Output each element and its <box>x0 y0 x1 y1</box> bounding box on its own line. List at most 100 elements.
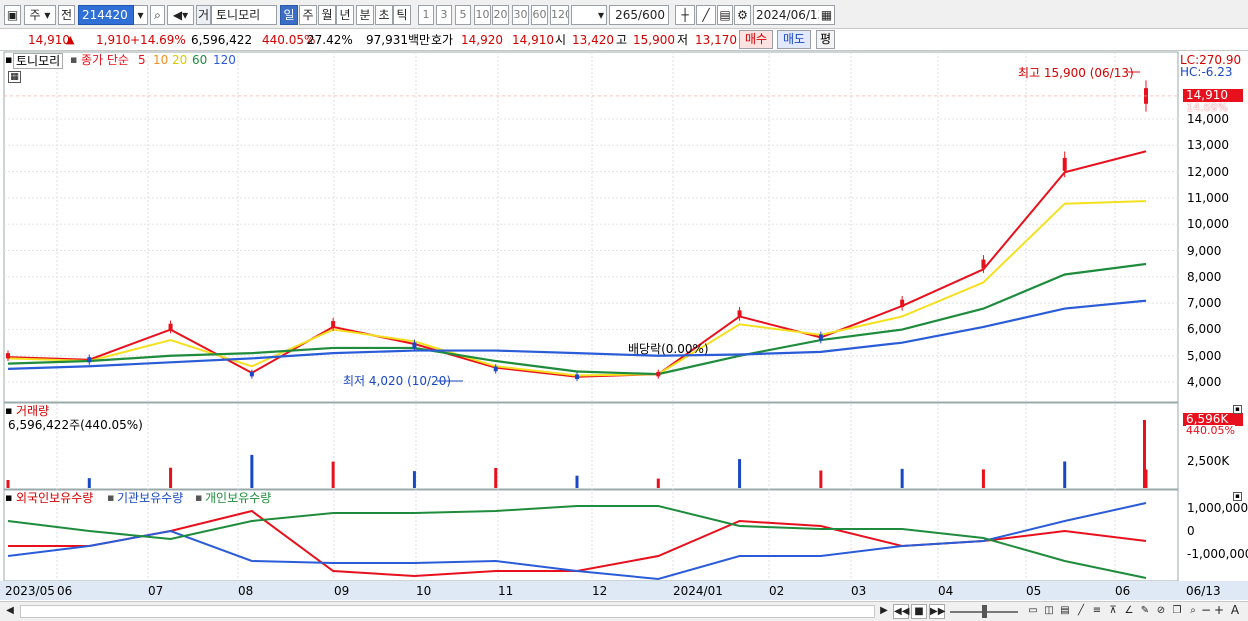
eval-button[interactable]: 평 <box>816 30 836 49</box>
jeon-button[interactable]: 전 <box>58 5 75 25</box>
maximize-icon[interactable]: ▪ <box>1233 492 1242 501</box>
save-icon[interactable]: ▤ <box>717 5 733 25</box>
geo-button[interactable]: 거 <box>196 5 211 25</box>
ma60-legend: 60 <box>192 53 208 67</box>
search-icon[interactable]: ⌕ <box>1186 604 1200 619</box>
volume-panel-frame <box>3 402 1179 490</box>
minus-icon[interactable]: − <box>1200 604 1212 619</box>
period-button[interactable]: 주 <box>299 5 317 25</box>
zoom-slider-handle[interactable] <box>982 605 987 618</box>
candle-type-icon[interactable]: ┼ <box>675 5 695 25</box>
minute-button[interactable]: 5 <box>455 5 471 25</box>
sell-button[interactable]: 매도 <box>777 30 812 49</box>
candle-body <box>168 323 173 331</box>
minute-button[interactable]: 10 <box>474 5 491 25</box>
x-axis-label: 09 <box>334 584 350 598</box>
trend-line-icon[interactable]: ╱ <box>1074 604 1088 619</box>
chart-area[interactable]: ▪ 토니모리 ▪ 종가 단순 5 10 20 60 120 ▦ LC:270.9… <box>0 51 1248 601</box>
search-icon[interactable]: ⌕ <box>150 5 165 25</box>
sound-icon[interactable]: ◀▾ <box>167 5 194 25</box>
price-y-tick: 12,000 <box>1187 164 1229 179</box>
code-dropdown-icon[interactable]: ▾ <box>134 5 148 25</box>
count-input[interactable]: 265/600 <box>609 5 669 25</box>
date-input[interactable]: 2024/06/13 <box>753 5 821 25</box>
minute-button[interactable]: 120 <box>550 5 569 25</box>
x-axis-label: 06 <box>1115 584 1131 598</box>
draw-tool-icon[interactable]: ╱ <box>696 5 716 25</box>
market-select[interactable]: 주 ▾ <box>24 5 56 25</box>
scroll-left-icon[interactable]: ◀ <box>4 604 16 619</box>
table-view-icon[interactable]: ▦ <box>8 71 21 83</box>
calendar-icon[interactable]: ▦ <box>819 5 835 25</box>
scroll-right-icon[interactable]: ▶ <box>878 604 890 619</box>
volume-bar <box>412 471 416 488</box>
fibonacci-icon[interactable]: ⊼ <box>1106 604 1120 619</box>
bottom-scrollbar[interactable]: ◀ ▶ ◀◀ ■ ▶▶ ▭ ◫ ▤ ╱ ≡ ⊼ ∠ ✎ ⊘ ❐ ⌕ − + A <box>0 601 1248 621</box>
price-panel-name: 토니모리 <box>13 53 64 69</box>
bid-price: 14,910 <box>512 33 554 47</box>
institution-legend: 기관보유수량 <box>117 491 184 505</box>
x-axis-label: 11 <box>498 584 514 598</box>
candle-body <box>249 371 254 377</box>
panel-toggle-icon[interactable]: ▪ <box>5 404 12 418</box>
panel-toggle-icon[interactable]: ▪ <box>5 53 12 67</box>
holding-y-tick: 1,000,000 <box>1187 501 1248 515</box>
candle-body <box>656 371 661 377</box>
volume-bar <box>250 454 254 488</box>
buy-button[interactable]: 매수 <box>739 30 774 49</box>
stock-name-field[interactable]: 토니모리 <box>211 5 277 25</box>
stock-code-input[interactable]: 214420 <box>78 5 134 25</box>
maximize-icon[interactable]: ▪ <box>1233 405 1242 414</box>
text-tool-icon[interactable]: ✎ <box>1138 604 1152 619</box>
volume-bar <box>331 461 335 488</box>
market-label: 주 <box>29 8 41 22</box>
minute-button[interactable]: 60 <box>531 5 548 25</box>
price-y-tick: 7,000 <box>1187 296 1222 311</box>
settings-icon[interactable]: ⚙ <box>734 5 751 25</box>
minute-button[interactable]: 3 <box>436 5 452 25</box>
period-button[interactable]: 분 <box>356 5 374 25</box>
x-axis-label: 2024/01 <box>673 584 723 598</box>
volume-y-tick: 2,500K <box>1187 454 1230 468</box>
minute-button[interactable]: 30 <box>512 5 529 25</box>
scroll-track[interactable] <box>20 605 875 618</box>
period-dropdown[interactable]: ▾ <box>571 5 607 25</box>
holding-y-tick: 0 <box>1187 524 1195 538</box>
period-button[interactable]: 년 <box>336 5 354 25</box>
quote-bar: 14,910 ▲ 1,910 +14.69% 6,596,422 440.05%… <box>0 29 1248 51</box>
price-y-tick: 4,000 <box>1187 375 1222 389</box>
volume-bar <box>981 469 985 488</box>
angle-icon[interactable]: ∠ <box>1122 604 1136 619</box>
stop-icon[interactable]: ■ <box>911 604 927 619</box>
copy-icon[interactable]: ❐ <box>1170 604 1184 619</box>
step-back-icon[interactable]: ◀◀ <box>893 604 909 619</box>
period-button[interactable]: 일 <box>280 5 298 25</box>
volume-bar <box>6 480 10 488</box>
period-button[interactable]: 틱 <box>393 5 411 25</box>
candle-body <box>6 353 10 359</box>
volume-bar <box>1063 461 1067 488</box>
chevron-down-icon: ▾ <box>597 8 604 22</box>
period-button[interactable]: 월 <box>318 5 336 25</box>
price-y-tick: 5,000 <box>1187 348 1222 363</box>
chart-canvas[interactable] <box>0 51 1248 601</box>
period-button[interactable]: 초 <box>375 5 393 25</box>
candle-body <box>981 259 986 269</box>
plus-icon[interactable]: + <box>1213 604 1225 619</box>
layout-icon[interactable]: ▤ <box>1058 604 1072 619</box>
low-annotation: 최저 4,020 (10/20) <box>343 374 452 388</box>
layout-icon[interactable]: ▭ <box>1026 604 1040 619</box>
price-y-tick: 6,000 <box>1187 322 1222 337</box>
magnet-icon[interactable]: ⊘ <box>1154 604 1168 619</box>
volume-pct-tag: 440.05% <box>1186 424 1235 437</box>
step-forward-icon[interactable]: ▶▶ <box>929 604 945 619</box>
x-axis-label: 04 <box>938 584 954 598</box>
layout-icon[interactable]: ◫ <box>1042 604 1056 619</box>
minute-button[interactable]: 1 <box>418 5 434 25</box>
open-price: 13,420 <box>572 33 614 47</box>
font-size-icon[interactable]: A <box>1228 604 1242 619</box>
window-menu-icon[interactable]: ▣ <box>4 5 21 25</box>
horizontal-line-icon[interactable]: ≡ <box>1090 604 1104 619</box>
minute-button[interactable]: 20 <box>492 5 509 25</box>
panel-toggle-icon[interactable]: ▪ <box>5 491 12 505</box>
